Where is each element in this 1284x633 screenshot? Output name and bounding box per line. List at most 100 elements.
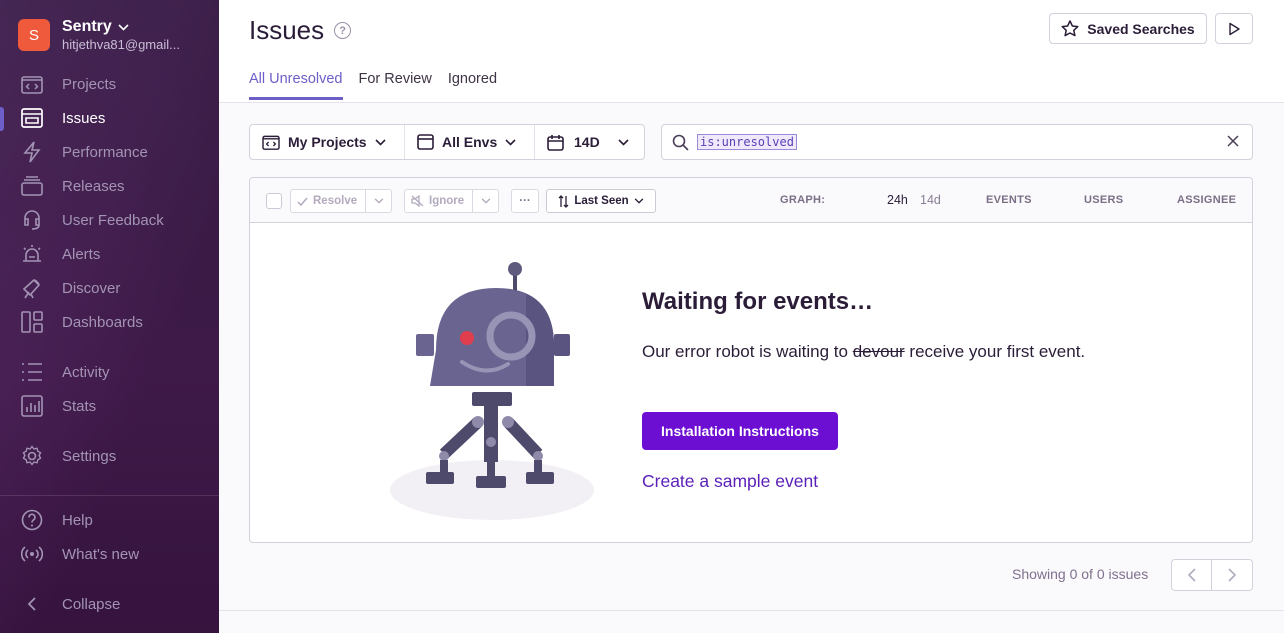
sidebar-collapse[interactable]: Collapse [20, 590, 120, 618]
search-query-token[interactable]: is:unresolved [697, 134, 797, 150]
check-icon [297, 197, 308, 206]
waiting-robot-illustration [390, 262, 594, 520]
discover-icon [20, 276, 44, 300]
chevron-down-icon [505, 138, 516, 146]
mute-icon [411, 195, 424, 207]
stats-icon [20, 394, 44, 418]
ignore-button[interactable]: Ignore [405, 195, 472, 207]
column-events: EVENTS [986, 194, 1032, 206]
sidebar-item-label: What's new [62, 545, 140, 563]
select-all-checkbox[interactable] [266, 193, 282, 209]
resolve-dropdown[interactable] [365, 190, 391, 212]
sidebar-item-activity[interactable]: Activity [20, 358, 110, 386]
play-icon [1229, 22, 1240, 35]
sidebar-item-label: Settings [62, 447, 117, 465]
chevron-left-icon [1187, 568, 1196, 582]
graph-option-24h[interactable]: 24h [887, 193, 908, 207]
sidebar-item-dashboards[interactable]: Dashboards [20, 308, 143, 336]
sidebar-item-projects[interactable]: Projects [20, 70, 116, 98]
org-switcher[interactable]: S Sentry hitjethva81@gmail... [18, 18, 180, 52]
previous-page-button[interactable] [1172, 560, 1213, 590]
sidebar-item-issues[interactable]: Issues [20, 104, 105, 132]
installation-instructions-button[interactable]: Installation Instructions [642, 412, 838, 450]
sidebar-item-discover[interactable]: Discover [20, 274, 120, 302]
sidebar-item-label: Collapse [62, 595, 121, 613]
issues-icon [20, 106, 44, 130]
empty-state-title: Waiting for events… [642, 288, 874, 315]
issues-panel: Resolve Ignore ··· Last Seen GRAPH: 24h … [249, 177, 1253, 543]
sidebar: S Sentry hitjethva81@gmail... Projects I… [0, 0, 219, 633]
pagination-caption: Showing 0 of 0 issues [1012, 566, 1149, 582]
sort-by-dropdown[interactable]: Last Seen [546, 189, 656, 213]
page-header: Issues ? Saved Searches All Unresolved F… [219, 0, 1284, 103]
ignore-button-group: Ignore [404, 189, 500, 213]
project-selector[interactable]: My Projects [250, 125, 405, 159]
activity-icon [20, 360, 44, 384]
resolve-button[interactable]: Resolve [291, 195, 365, 207]
sort-icon [558, 194, 569, 208]
resolve-button-group: Resolve [290, 189, 393, 213]
sidebar-item-alerts[interactable]: Alerts [20, 240, 100, 268]
create-sample-event-link[interactable]: Create a sample event [642, 471, 818, 492]
org-avatar: S [18, 19, 50, 51]
sidebar-item-releases[interactable]: Releases [20, 172, 125, 200]
main-content: Issues ? Saved Searches All Unresolved F… [219, 0, 1284, 633]
sidebar-item-label: Projects [62, 75, 117, 93]
search-input[interactable]: is:unresolved [661, 124, 1253, 160]
org-name: Sentry [62, 18, 112, 35]
empty-state-description: Our error robot is waiting to devour rec… [642, 342, 1086, 361]
active-indicator [0, 107, 4, 131]
chevron-down-icon [118, 23, 129, 31]
sidebar-item-help[interactable]: Help [20, 506, 93, 534]
issues-toolbar: Resolve Ignore ··· Last Seen GRAPH: 24h … [250, 178, 1252, 223]
next-page-button[interactable] [1212, 560, 1252, 590]
user-email: hitjethva81@gmail... [62, 37, 180, 52]
alerts-icon [20, 242, 44, 266]
footer-divider [219, 610, 1284, 611]
sidebar-divider [0, 495, 219, 496]
environment-selector[interactable]: All Envs [405, 125, 535, 159]
sidebar-item-label: Discover [62, 279, 121, 297]
live-updates-button[interactable] [1215, 13, 1253, 44]
tab-all-unresolved[interactable]: All Unresolved [249, 71, 343, 100]
performance-icon [20, 140, 44, 164]
collapse-icon [20, 592, 44, 616]
tab-ignored[interactable]: Ignored [448, 71, 497, 100]
dashboards-icon [20, 310, 44, 334]
chevron-down-icon [634, 198, 643, 204]
sidebar-item-whats-new[interactable]: What's new [20, 540, 139, 568]
star-icon [1061, 20, 1079, 37]
sidebar-item-label: Help [62, 511, 93, 529]
column-users: USERS [1084, 194, 1124, 206]
projects-icon [20, 72, 44, 96]
sidebar-item-label: Activity [62, 363, 110, 381]
sidebar-item-user-feedback[interactable]: User Feedback [20, 206, 164, 234]
sidebar-item-stats[interactable]: Stats [20, 392, 96, 420]
issue-tabs: All Unresolved For Review Ignored [249, 71, 497, 100]
chevron-down-icon [618, 138, 629, 146]
sidebar-item-label: Dashboards [62, 313, 143, 331]
tab-for-review[interactable]: For Review [359, 71, 432, 100]
releases-icon [20, 174, 44, 198]
saved-searches-button[interactable]: Saved Searches [1049, 13, 1207, 44]
pagination [1171, 559, 1253, 591]
sidebar-item-label: Alerts [62, 245, 101, 263]
sidebar-item-settings[interactable]: Settings [20, 442, 116, 470]
help-question-icon[interactable]: ? [334, 22, 352, 39]
projects-icon [262, 135, 280, 150]
chevron-right-icon [1228, 568, 1236, 582]
sidebar-item-performance[interactable]: Performance [20, 138, 148, 166]
broadcast-icon [20, 542, 44, 566]
more-actions-button[interactable]: ··· [511, 189, 539, 213]
close-icon[interactable] [1226, 134, 1240, 148]
user-feedback-icon [20, 208, 44, 232]
date-range-selector[interactable]: 14D [535, 125, 644, 159]
page-filter-bar: My Projects All Envs 14D [249, 124, 645, 160]
calendar-icon [547, 134, 564, 151]
graph-option-14d[interactable]: 14d [920, 193, 941, 207]
sidebar-item-label: Issues [62, 109, 106, 127]
ignore-dropdown[interactable] [472, 190, 498, 212]
sidebar-item-label: Performance [62, 143, 148, 161]
window-icon [417, 134, 434, 150]
graph-label: GRAPH: [780, 194, 826, 206]
